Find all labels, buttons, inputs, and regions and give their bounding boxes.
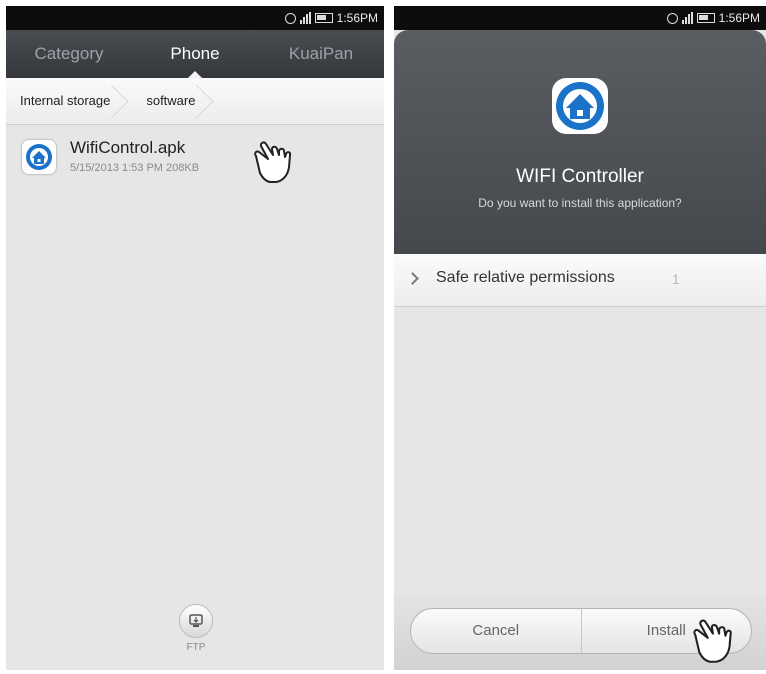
app-house-icon (22, 140, 56, 174)
tab-phone[interactable]: Phone (132, 30, 258, 79)
cancel-button[interactable]: Cancel (411, 609, 581, 653)
app-house-icon (552, 78, 608, 134)
permissions-count: 1 (672, 271, 680, 287)
alarm-icon (666, 12, 678, 24)
ftp-icon (179, 604, 213, 638)
breadcrumb-internal-storage[interactable]: Internal storage (6, 78, 126, 124)
status-time: 1:56PM (336, 11, 378, 25)
battery-icon (696, 13, 715, 23)
pointer-hand-icon (693, 619, 732, 663)
install-header: WIFI Controller Do you want to install t… (394, 30, 766, 254)
status-time: 1:56PM (718, 11, 760, 25)
status-bar: 1:56PM (394, 6, 766, 30)
breadcrumb: Internal storage software (6, 78, 384, 125)
install-screen: 1:56PM WIFI Controller Do you want to in… (394, 6, 766, 670)
chevron-right-icon (406, 272, 419, 285)
tab-kuaipan[interactable]: KuaiPan (258, 30, 384, 78)
tab-category[interactable]: Category (6, 30, 132, 78)
file-meta: 5/15/2013 1:53 PM 208KB (70, 162, 200, 174)
status-bar: 1:56PM (6, 6, 384, 30)
install-prompt: Do you want to install this application? (478, 196, 682, 210)
pointer-hand-icon (254, 141, 292, 183)
alarm-icon (284, 12, 296, 24)
app-name: WIFI Controller (516, 166, 644, 187)
file-name: WifiControl.apk (70, 138, 186, 157)
signal-icon (681, 12, 693, 24)
signal-icon (299, 12, 311, 24)
file-list-item[interactable]: WifiControl.apk 5/15/2013 1:53 PM 208KB (6, 124, 384, 188)
ftp-button[interactable]: FTP (174, 604, 218, 653)
file-manager-screen: 1:56PM Category Phone KuaiPan Internal s… (6, 6, 384, 670)
battery-icon (314, 13, 333, 23)
ftp-label: FTP (186, 642, 206, 653)
permissions-row[interactable]: Safe relative permissions 1 (394, 254, 766, 307)
permissions-label: Safe relative permissions (436, 269, 615, 286)
breadcrumb-software[interactable]: software (126, 78, 211, 124)
tab-bar: Category Phone KuaiPan (6, 30, 384, 79)
